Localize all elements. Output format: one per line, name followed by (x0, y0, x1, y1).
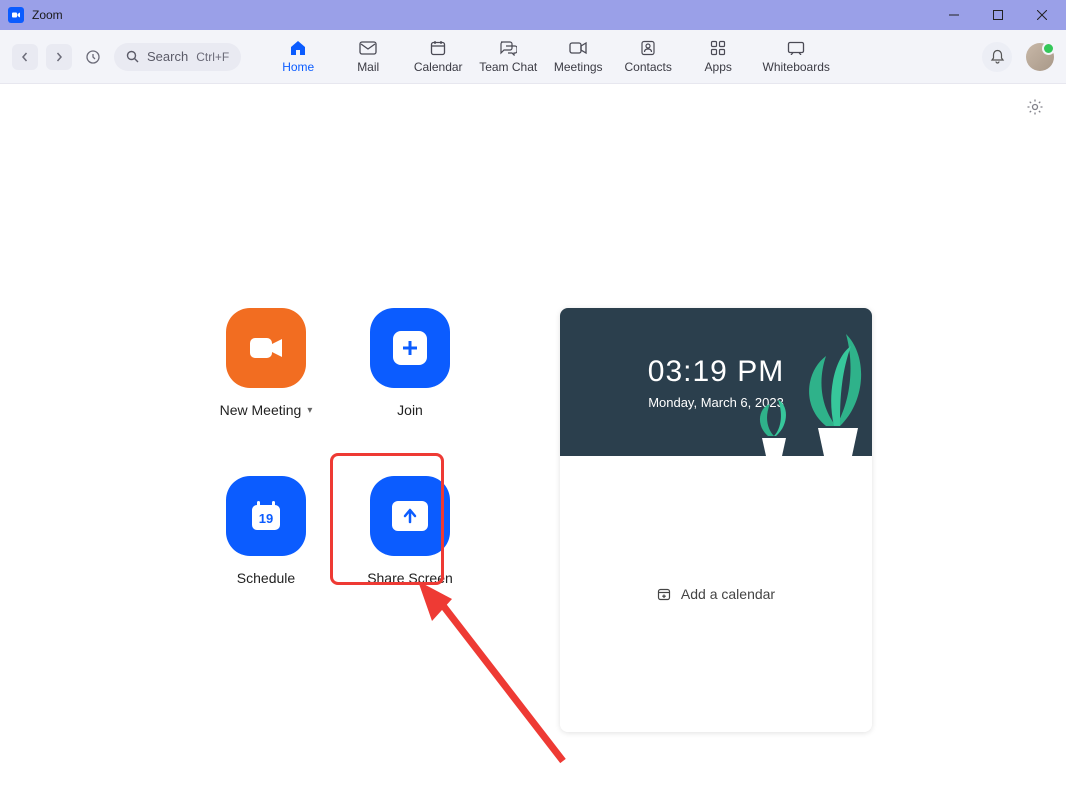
window-title: Zoom (32, 8, 932, 22)
tab-home[interactable]: Home (263, 35, 333, 78)
title-bar: Zoom (0, 0, 1066, 30)
add-calendar-label: Add a calendar (681, 586, 775, 602)
settings-button[interactable] (1026, 98, 1044, 121)
calendar-day-icon: 19 (246, 496, 286, 536)
bell-icon (990, 49, 1005, 64)
video-icon (568, 39, 588, 57)
apps-icon (708, 39, 728, 57)
tab-whiteboards[interactable]: Whiteboards (753, 35, 839, 78)
mail-icon (358, 39, 378, 57)
tab-meetings[interactable]: Meetings (543, 35, 613, 78)
share-arrow-icon (392, 501, 428, 531)
video-camera-icon (246, 333, 286, 363)
tab-label: Apps (705, 60, 732, 74)
plus-icon (393, 331, 427, 365)
home-content: New Meeting ▾ Join 19 Schedule (0, 84, 1066, 800)
schedule-tile: 19 (226, 476, 306, 556)
tab-contacts[interactable]: Contacts (613, 35, 683, 78)
plant-decoration-small-icon (748, 396, 798, 456)
window-controls (932, 0, 1064, 30)
tab-label: Home (282, 60, 314, 74)
tab-apps[interactable]: Apps (683, 35, 753, 78)
calendar-panel: 03:19 PM Monday, March 6, 2023 Add a cal… (560, 308, 872, 732)
chevron-down-icon[interactable]: ▾ (307, 405, 312, 416)
tab-team-chat[interactable]: Team Chat (473, 35, 543, 78)
search-input[interactable]: Search Ctrl+F (114, 43, 241, 71)
tab-calendar[interactable]: Calendar (403, 35, 473, 78)
zoom-app-icon (8, 7, 24, 23)
whiteboard-icon (786, 39, 806, 57)
search-placeholder: Search (147, 49, 188, 64)
calendar-icon (428, 39, 448, 57)
profile-avatar[interactable] (1026, 43, 1054, 71)
annotation-arrow (418, 581, 578, 771)
chat-icon (498, 39, 518, 57)
schedule-action[interactable]: 19 Schedule (196, 476, 336, 586)
tab-label: Meetings (554, 60, 603, 74)
share-screen-tile (370, 476, 450, 556)
new-meeting-action[interactable]: New Meeting ▾ (196, 308, 336, 418)
calendar-header: 03:19 PM Monday, March 6, 2023 (560, 308, 872, 456)
svg-text:19: 19 (259, 511, 273, 526)
calendar-plus-icon (657, 587, 671, 601)
share-screen-label: Share Screen (367, 570, 453, 586)
minimize-button[interactable] (932, 0, 976, 30)
schedule-label: Schedule (237, 570, 295, 586)
join-action[interactable]: Join (340, 308, 480, 418)
tab-label: Mail (357, 60, 379, 74)
home-icon (288, 39, 308, 57)
main-toolbar: Search Ctrl+F Home Mail Calendar Team Ch… (0, 30, 1066, 84)
join-label: Join (397, 402, 423, 418)
nav-forward-button[interactable] (46, 44, 72, 70)
calendar-time: 03:19 PM (648, 355, 784, 389)
new-meeting-tile (226, 308, 306, 388)
notifications-button[interactable] (982, 42, 1012, 72)
maximize-button[interactable] (976, 0, 1020, 30)
history-button[interactable] (80, 44, 106, 70)
search-icon (126, 50, 139, 63)
tab-label: Team Chat (479, 60, 537, 74)
search-shortcut: Ctrl+F (196, 50, 229, 64)
tab-label: Contacts (625, 60, 672, 74)
gear-icon (1026, 98, 1044, 116)
new-meeting-label: New Meeting ▾ (220, 402, 313, 418)
share-screen-action[interactable]: Share Screen (340, 476, 480, 586)
nav-tabs: Home Mail Calendar Team Chat Meetings Co… (263, 35, 839, 78)
contacts-icon (638, 39, 658, 57)
add-calendar-button[interactable]: Add a calendar (560, 456, 872, 732)
close-button[interactable] (1020, 0, 1064, 30)
tab-label: Whiteboards (763, 60, 830, 74)
home-actions-grid: New Meeting ▾ Join 19 Schedule (196, 308, 480, 586)
plant-decoration-icon (796, 316, 872, 456)
join-tile (370, 308, 450, 388)
tab-label: Calendar (414, 60, 463, 74)
tab-mail[interactable]: Mail (333, 35, 403, 78)
nav-back-button[interactable] (12, 44, 38, 70)
